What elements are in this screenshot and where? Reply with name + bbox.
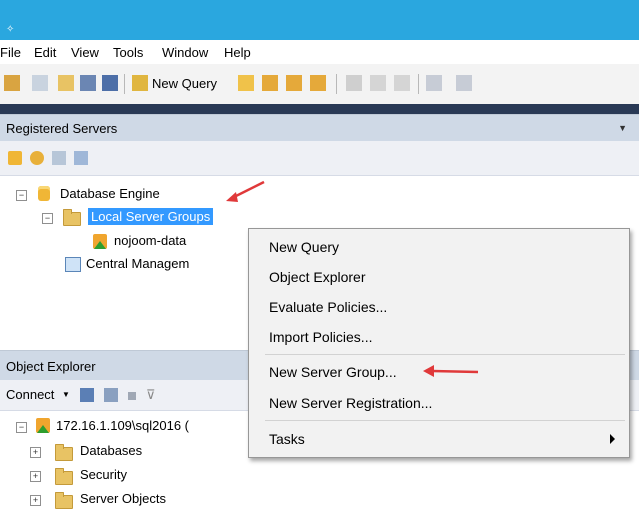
- tree-item-server-objects[interactable]: + Server Objects: [0, 490, 220, 510]
- tree-item-database-engine[interactable]: − Database Engine: [0, 184, 240, 204]
- registered-servers-header: Registered Servers ▼: [0, 114, 639, 141]
- new-project-icon[interactable]: [4, 75, 20, 91]
- folder-icon: [55, 468, 73, 485]
- menu-tools[interactable]: Tools: [113, 45, 143, 60]
- paste-icon[interactable]: [394, 75, 410, 91]
- undo-icon[interactable]: [426, 75, 442, 91]
- folder-icon: [55, 444, 73, 461]
- database-engine-query-icon[interactable]: [238, 75, 254, 91]
- toolbar-separator: [418, 74, 419, 94]
- dropdown-arrow-icon[interactable]: ▼: [618, 123, 627, 133]
- open-folder-icon[interactable]: [58, 75, 74, 91]
- menu-item-label: Import Policies...: [269, 329, 373, 345]
- mdx-query-icon[interactable]: [262, 75, 278, 91]
- tree-label: Databases: [80, 443, 143, 458]
- toolbar-separator: [336, 74, 337, 94]
- menu-item-label: New Server Registration...: [269, 395, 433, 411]
- xmla-query-icon[interactable]: [310, 75, 326, 91]
- tree-label: Central Managem: [86, 256, 190, 271]
- collapse-icon[interactable]: −: [16, 190, 27, 201]
- annotation-arrow-icon: [226, 180, 265, 202]
- app-icon: ✧: [6, 24, 15, 35]
- menu-help[interactable]: Help: [224, 45, 251, 60]
- menu-separator: [265, 354, 625, 355]
- menu-view[interactable]: View: [71, 45, 99, 60]
- menu-separator: [265, 420, 625, 421]
- stop-icon[interactable]: [128, 392, 136, 400]
- connect-button[interactable]: Connect: [6, 387, 54, 402]
- expand-icon[interactable]: +: [30, 471, 41, 482]
- tree-label: Database Engine: [60, 186, 160, 201]
- window-title-bar: ✧: [0, 0, 639, 40]
- tree-item-server-node[interactable]: − 172.16.1.109\sql2016 (: [0, 416, 260, 436]
- tree-item-central-management[interactable]: Central Managem: [0, 254, 240, 274]
- menu-item-label: Evaluate Policies...: [269, 299, 388, 315]
- collapse-icon[interactable]: −: [16, 422, 27, 433]
- tree-item-security[interactable]: + Security: [0, 466, 220, 486]
- tree-label: Server Objects: [80, 491, 166, 506]
- menu-item-import-policies[interactable]: Import Policies...: [249, 322, 629, 352]
- central-management-icon: [65, 257, 81, 272]
- menu-item-label: New Server Group...: [269, 364, 397, 380]
- disconnect-icon[interactable]: [104, 388, 118, 402]
- menu-item-label: Object Explorer: [269, 269, 366, 285]
- menu-file[interactable]: File: [0, 45, 21, 60]
- menu-item-evaluate-policies[interactable]: Evaluate Policies...: [249, 292, 629, 322]
- server-running-icon: [93, 234, 107, 249]
- redo-icon[interactable]: [456, 75, 472, 91]
- add-item-icon[interactable]: [32, 75, 48, 91]
- cut-icon[interactable]: [346, 75, 362, 91]
- expand-icon[interactable]: +: [30, 495, 41, 506]
- menu-item-object-explorer[interactable]: Object Explorer: [249, 262, 629, 292]
- menu-item-new-server-registration[interactable]: New Server Registration...: [249, 388, 629, 418]
- analysis-services-icon[interactable]: [30, 151, 44, 165]
- expand-icon[interactable]: +: [30, 447, 41, 458]
- dmx-query-icon[interactable]: [286, 75, 302, 91]
- registered-servers-toolbar: [0, 141, 639, 176]
- copy-icon[interactable]: [370, 75, 386, 91]
- chevron-down-icon[interactable]: ▼: [62, 390, 70, 399]
- menu-bar: File Edit View Tools Window Help: [0, 40, 639, 64]
- context-menu: New Query Object Explorer Evaluate Polic…: [248, 228, 630, 458]
- panel-title: Registered Servers: [6, 121, 118, 136]
- folder-icon: [55, 492, 73, 509]
- database-engine-icon: [38, 186, 50, 201]
- menu-item-label: Tasks: [269, 431, 305, 447]
- server-running-icon: [36, 418, 50, 433]
- tree-label: nojoom-data: [114, 233, 187, 248]
- toolbar-separator: [124, 74, 125, 94]
- save-all-icon[interactable]: [102, 75, 118, 91]
- reporting-services-icon[interactable]: [52, 151, 66, 165]
- tree-label: 172.16.1.109\sql2016 (: [56, 418, 189, 433]
- menu-edit[interactable]: Edit: [34, 45, 56, 60]
- tree-label: Local Server Groups: [88, 208, 214, 225]
- tree-item-databases[interactable]: + Databases: [0, 442, 220, 462]
- annotation-arrow-icon: [423, 365, 479, 377]
- save-icon[interactable]: [80, 75, 96, 91]
- collapse-icon[interactable]: −: [42, 213, 53, 224]
- main-toolbar: New Query: [0, 64, 639, 104]
- panel-title: Object Explorer: [6, 359, 96, 374]
- database-engine-icon[interactable]: [8, 151, 22, 165]
- menu-item-new-query[interactable]: New Query: [249, 232, 629, 262]
- integration-services-icon[interactable]: [74, 151, 88, 165]
- menu-item-tasks[interactable]: Tasks: [249, 424, 629, 454]
- tree-item-local-server-groups[interactable]: − Local Server Groups: [0, 207, 240, 227]
- menu-item-label: New Query: [269, 239, 340, 255]
- menu-window[interactable]: Window: [162, 45, 208, 60]
- submenu-arrow-icon: [610, 434, 615, 444]
- connect-server-icon[interactable]: [80, 388, 94, 402]
- folder-icon: [63, 209, 81, 226]
- new-query-button[interactable]: New Query: [152, 76, 217, 91]
- filter-icon[interactable]: ⊽: [146, 387, 156, 403]
- toolbar-divider: [0, 104, 639, 114]
- tree-item-server[interactable]: nojoom-data: [0, 231, 240, 251]
- new-query-icon[interactable]: [132, 75, 148, 91]
- tree-label: Security: [80, 467, 127, 482]
